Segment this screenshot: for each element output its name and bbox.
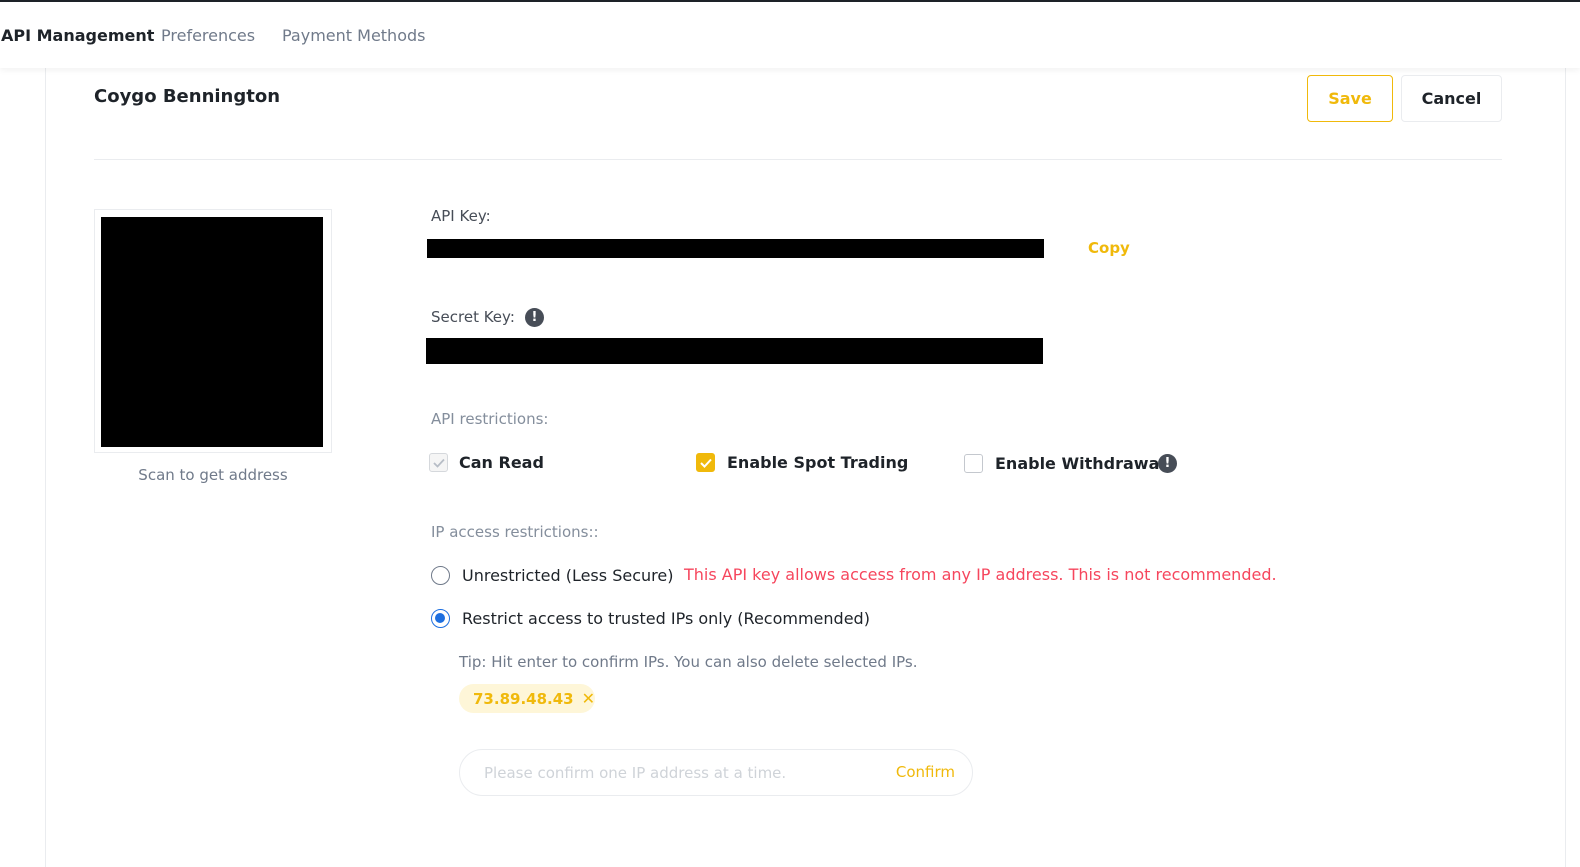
save-button[interactable]: Save bbox=[1307, 75, 1393, 122]
qr-code-redacted bbox=[101, 217, 323, 447]
restricted-radio[interactable] bbox=[431, 609, 450, 628]
copy-api-key-button[interactable]: Copy bbox=[1088, 239, 1130, 257]
api-key-name: Coygo Bennington bbox=[94, 86, 281, 107]
top-navigation: API Management Preferences Payment Metho… bbox=[0, 2, 1580, 68]
checkmark-icon bbox=[432, 458, 445, 468]
spot-trading-label: Enable Spot Trading bbox=[727, 453, 909, 472]
close-icon[interactable]: ✕ bbox=[582, 690, 595, 707]
unrestricted-warning: This API key allows access from any IP a… bbox=[684, 565, 1277, 584]
withdrawals-checkbox[interactable] bbox=[964, 454, 983, 473]
ip-tag-value: 73.89.48.43 bbox=[473, 689, 574, 708]
secret-key-value-redacted bbox=[426, 338, 1043, 364]
ip-input-container: Confirm bbox=[459, 749, 973, 796]
secret-key-label: Secret Key: bbox=[431, 308, 515, 326]
secret-key-info-icon[interactable]: ! bbox=[525, 308, 544, 327]
header-divider bbox=[94, 159, 1502, 160]
tab-payment-methods[interactable]: Payment Methods bbox=[282, 26, 425, 45]
checkmark-icon bbox=[699, 458, 712, 468]
unrestricted-radio[interactable] bbox=[431, 566, 450, 585]
api-key-value-redacted bbox=[427, 239, 1044, 258]
api-restrictions-label: API restrictions: bbox=[431, 410, 549, 428]
can-read-checkbox[interactable] bbox=[429, 453, 448, 472]
api-key-label: API Key: bbox=[431, 207, 491, 225]
cancel-button[interactable]: Cancel bbox=[1401, 75, 1502, 122]
spot-trading-checkbox[interactable] bbox=[696, 453, 715, 472]
can-read-label: Can Read bbox=[459, 453, 544, 472]
confirm-ip-button[interactable]: Confirm bbox=[896, 763, 955, 781]
withdrawals-info-icon[interactable]: ! bbox=[1158, 454, 1177, 473]
ip-input[interactable] bbox=[484, 750, 874, 795]
ip-access-label: IP access restrictions:: bbox=[431, 523, 599, 541]
qr-caption: Scan to get address bbox=[138, 466, 288, 484]
ip-tip: Tip: Hit enter to confirm IPs. You can a… bbox=[459, 653, 918, 671]
restricted-label[interactable]: Restrict access to trusted IPs only (Rec… bbox=[462, 609, 870, 628]
unrestricted-label[interactable]: Unrestricted (Less Secure) bbox=[462, 566, 673, 585]
tab-api-management[interactable]: API Management bbox=[1, 26, 154, 45]
tab-preferences[interactable]: Preferences bbox=[161, 26, 255, 45]
withdrawals-label: Enable Withdrawals bbox=[995, 454, 1175, 473]
ip-tag: 73.89.48.43 ✕ bbox=[459, 684, 595, 713]
